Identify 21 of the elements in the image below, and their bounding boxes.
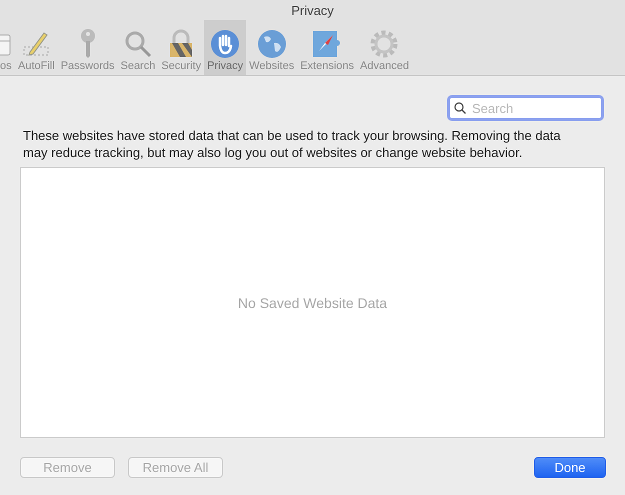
toolbar-tab[interactable]: Advanced <box>357 20 412 75</box>
globe-icon <box>256 29 287 59</box>
search-icon <box>124 30 152 58</box>
toolbar-tab[interactable]: os <box>0 20 15 75</box>
toolbar-tab[interactable]: Passwords <box>58 20 118 75</box>
hand-icon <box>210 29 240 59</box>
description-text: These websites have stored data that can be used to track your browsing. Removing the data may reduce tracking, but may also log you out of websites or change website behavior. <box>23 127 562 161</box>
window-title: Privacy <box>290 2 335 20</box>
toolbar-tab[interactable]: Websites <box>246 20 298 75</box>
search-icon <box>454 102 466 114</box>
toolbar-tab[interactable]: Extensions <box>297 20 358 75</box>
toolbar-tab[interactable]: Privacy <box>204 20 246 75</box>
done-button[interactable]: Done <box>534 457 606 478</box>
toolbar-tab[interactable]: Search <box>117 20 158 75</box>
empty-message: No Saved Website Data <box>238 294 388 310</box>
lock-icon <box>168 29 194 59</box>
toolbar-tab[interactable]: AutoFill <box>15 20 58 75</box>
pencil-icon <box>22 30 50 58</box>
gear-icon <box>369 29 400 59</box>
toolbar-tab[interactable]: Security <box>158 20 204 75</box>
search-field[interactable]: Search <box>447 95 604 121</box>
